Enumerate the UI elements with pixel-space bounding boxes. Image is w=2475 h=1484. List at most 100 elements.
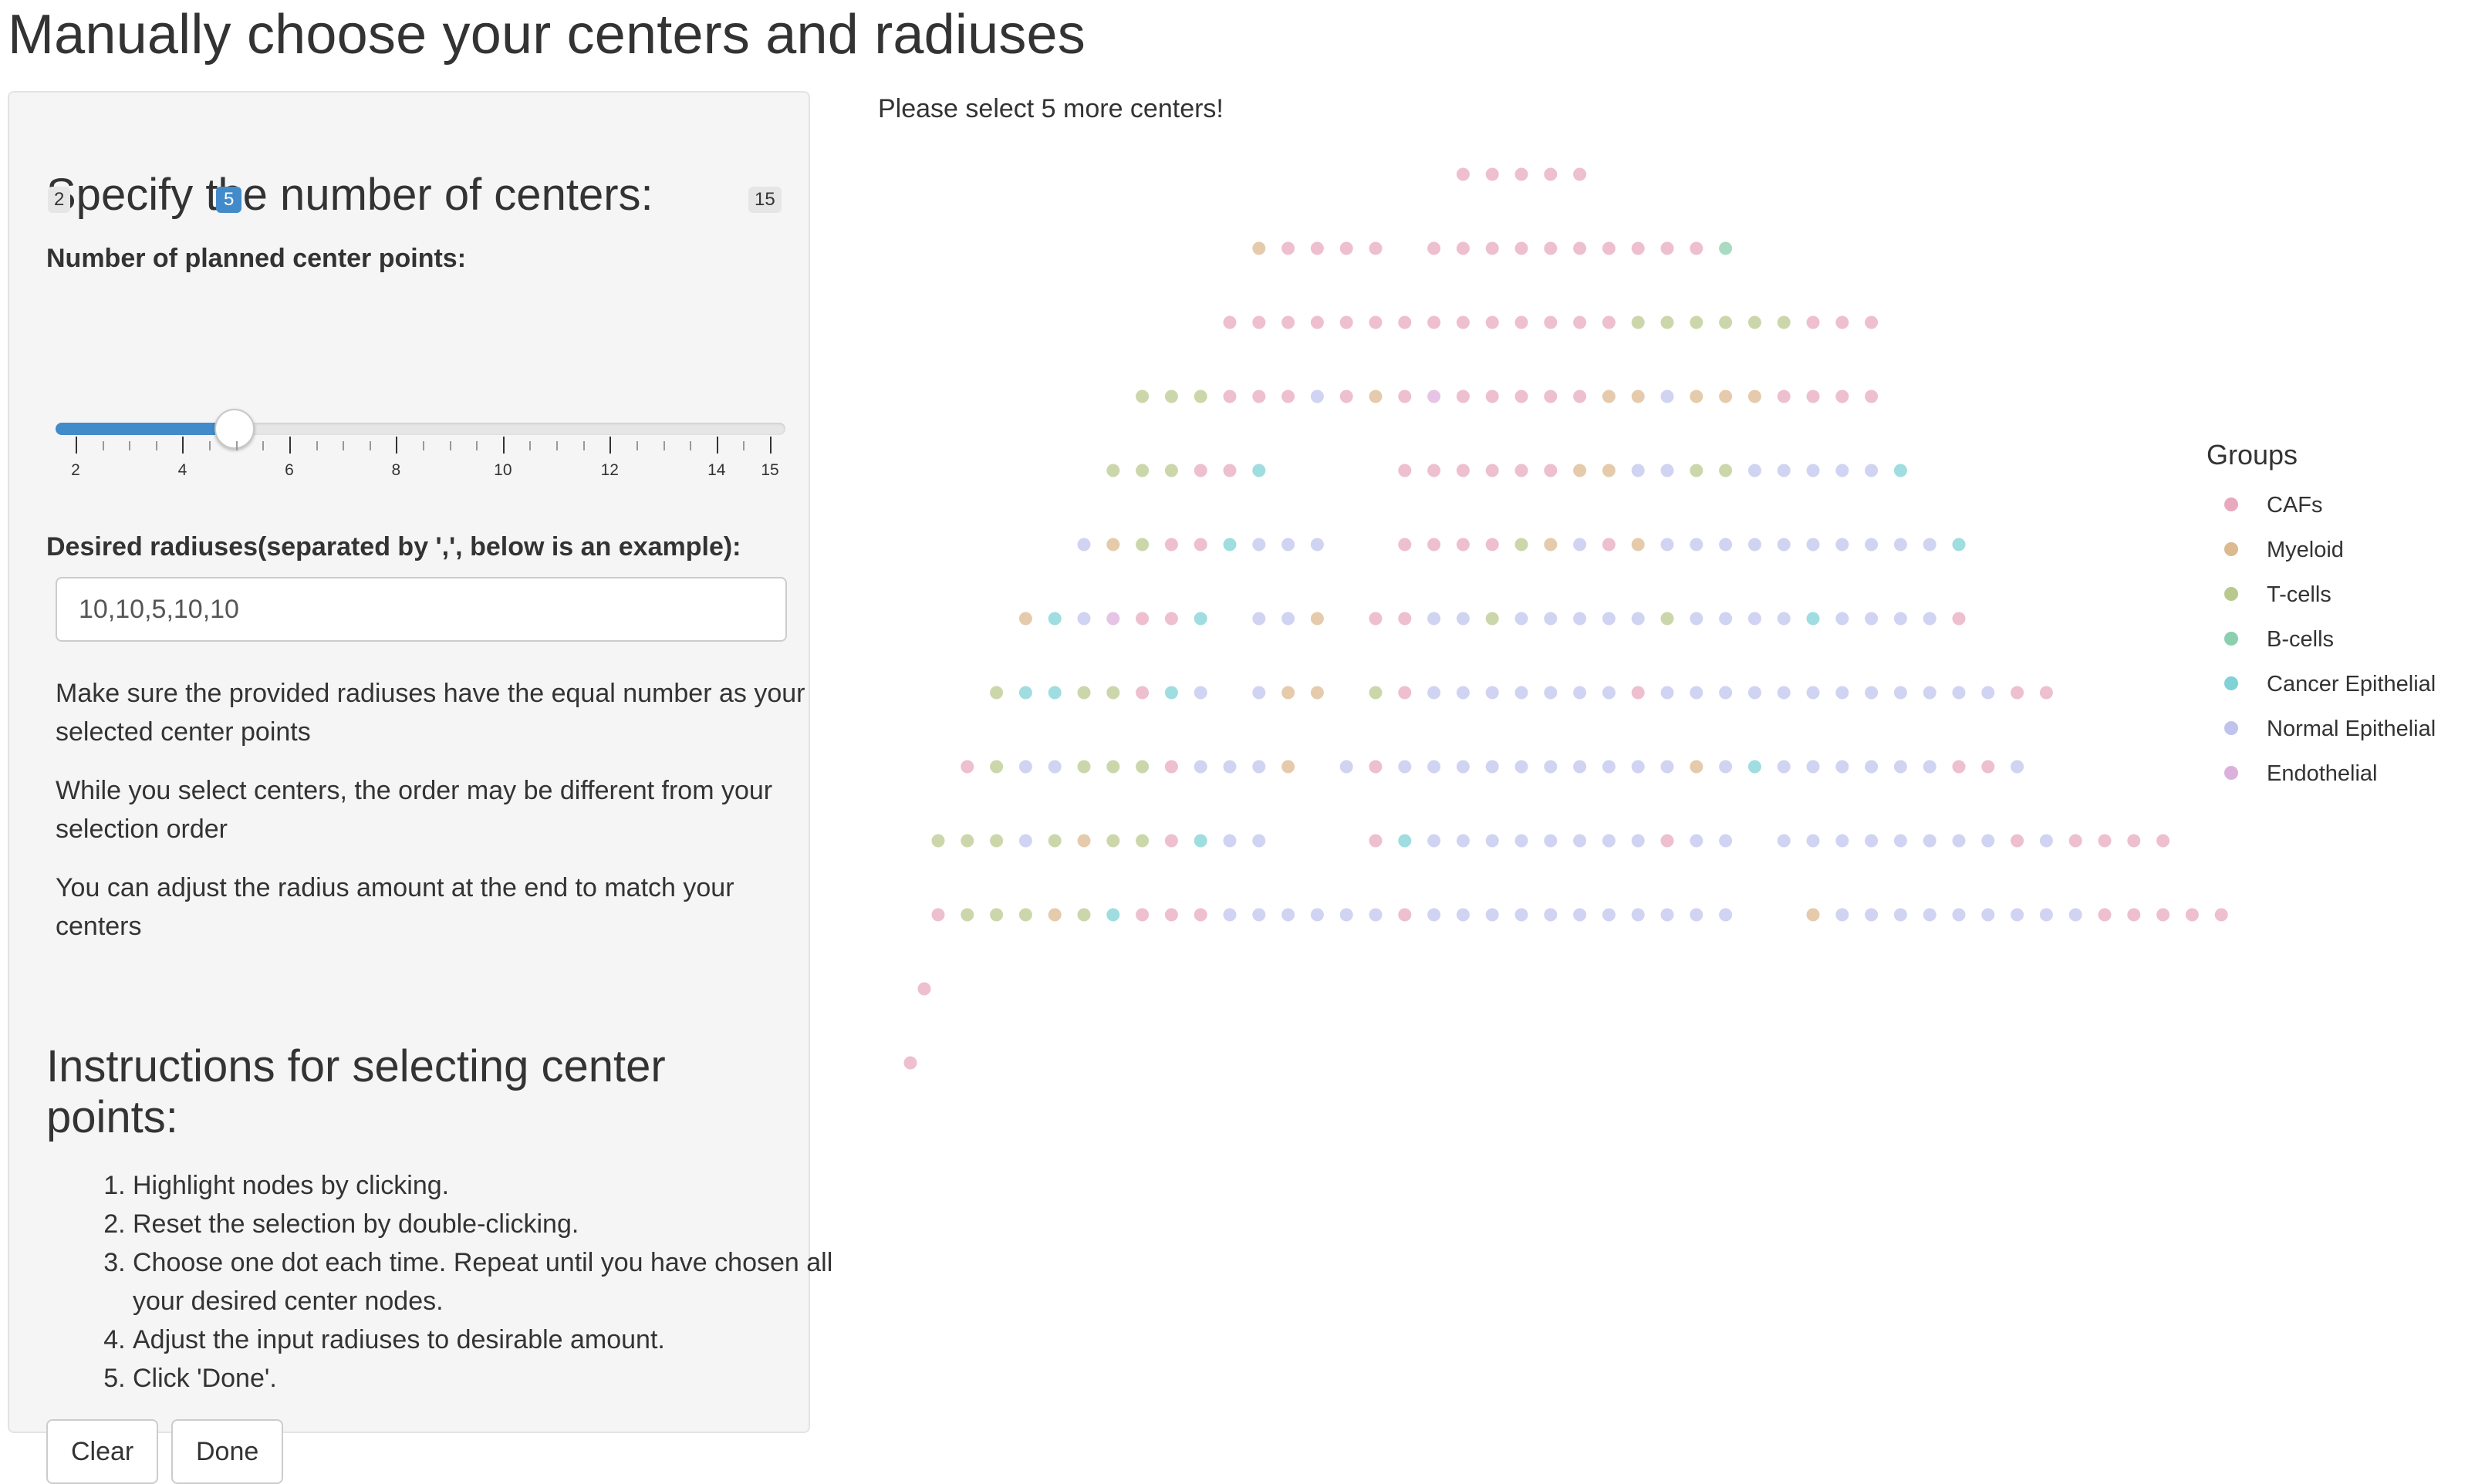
scatter-point[interactable] [1514, 241, 1528, 255]
scatter-point[interactable] [1602, 464, 1616, 477]
scatter-point[interactable] [1485, 612, 1499, 626]
scatter-point[interactable] [1719, 538, 1733, 551]
scatter-point[interactable] [2011, 760, 2024, 774]
scatter-point[interactable] [1369, 686, 1383, 700]
scatter-point[interactable] [1106, 686, 1120, 700]
scatter-point[interactable] [990, 760, 1004, 774]
scatter-point[interactable] [1573, 686, 1587, 700]
scatter-point[interactable] [1369, 760, 1383, 774]
scatter-point[interactable] [1602, 908, 1616, 922]
scatter-point[interactable] [1660, 908, 1674, 922]
scatter-point[interactable] [1806, 464, 1820, 477]
scatter-point[interactable] [1369, 241, 1383, 255]
scatter-point[interactable] [1427, 538, 1441, 551]
scatter-point[interactable] [1456, 834, 1470, 848]
scatter-point[interactable] [1048, 834, 1062, 848]
scatter-point[interactable] [1252, 390, 1266, 403]
cell-scatter-plot[interactable]: Groups CAFs Myeloid T-cells B-cells Cancer E… [0, 0, 2475, 1413]
scatter-point[interactable] [1398, 612, 1412, 626]
scatter-point[interactable] [2127, 834, 2141, 848]
scatter-point[interactable] [1573, 167, 1587, 181]
scatter-point[interactable] [1136, 538, 1150, 551]
scatter-point[interactable] [1514, 612, 1528, 626]
scatter-point[interactable] [1281, 908, 1295, 922]
scatter-point[interactable] [1660, 760, 1674, 774]
scatter-point[interactable] [1602, 241, 1616, 255]
scatter-point[interactable] [1719, 241, 1733, 255]
scatter-point[interactable] [2039, 908, 2053, 922]
scatter-point[interactable] [1018, 834, 1032, 848]
scatter-point[interactable] [1252, 908, 1266, 922]
scatter-point[interactable] [1514, 167, 1528, 181]
scatter-point[interactable] [1690, 686, 1703, 700]
scatter-point[interactable] [1544, 612, 1558, 626]
scatter-point[interactable] [1631, 908, 1645, 922]
scatter-point[interactable] [1223, 538, 1237, 551]
done-button[interactable]: Done [171, 1419, 284, 1484]
scatter-point[interactable] [1194, 390, 1207, 403]
scatter-point[interactable] [1690, 908, 1703, 922]
scatter-point[interactable] [1865, 612, 1879, 626]
scatter-point[interactable] [1310, 241, 1324, 255]
scatter-point[interactable] [1719, 908, 1733, 922]
scatter-point[interactable] [1194, 834, 1207, 848]
scatter-point[interactable] [1573, 241, 1587, 255]
scatter-point[interactable] [2011, 686, 2024, 700]
scatter-point[interactable] [1923, 686, 1936, 700]
scatter-point[interactable] [2127, 908, 2141, 922]
scatter-point[interactable] [1310, 612, 1324, 626]
scatter-point[interactable] [1048, 612, 1062, 626]
scatter-point[interactable] [961, 760, 974, 774]
scatter-point[interactable] [1923, 538, 1936, 551]
scatter-point[interactable] [1339, 908, 1353, 922]
scatter-point[interactable] [1865, 538, 1879, 551]
scatter-point[interactable] [1747, 390, 1761, 403]
scatter-point[interactable] [1223, 908, 1237, 922]
scatter-point[interactable] [1310, 908, 1324, 922]
scatter-point[interactable] [990, 686, 1004, 700]
scatter-point[interactable] [1631, 390, 1645, 403]
scatter-point[interactable] [1806, 390, 1820, 403]
scatter-point[interactable] [1398, 834, 1412, 848]
scatter-point[interactable] [1893, 538, 1907, 551]
scatter-point[interactable] [1893, 760, 1907, 774]
scatter-point[interactable] [1514, 464, 1528, 477]
scatter-point[interactable] [1719, 834, 1733, 848]
scatter-point[interactable] [1369, 908, 1383, 922]
scatter-point[interactable] [1456, 241, 1470, 255]
scatter-point[interactable] [1806, 315, 1820, 329]
scatter-point[interactable] [1194, 908, 1207, 922]
scatter-point[interactable] [2214, 908, 2228, 922]
scatter-point[interactable] [1485, 167, 1499, 181]
scatter-point[interactable] [1018, 908, 1032, 922]
scatter-point[interactable] [1194, 612, 1207, 626]
scatter-point[interactable] [1835, 686, 1849, 700]
scatter-point[interactable] [1631, 538, 1645, 551]
scatter-point[interactable] [1398, 760, 1412, 774]
scatter-point[interactable] [1719, 686, 1733, 700]
scatter-point[interactable] [1369, 390, 1383, 403]
scatter-point[interactable] [1573, 612, 1587, 626]
scatter-point[interactable] [1835, 612, 1849, 626]
scatter-point[interactable] [1952, 908, 1966, 922]
scatter-point[interactable] [1923, 908, 1936, 922]
scatter-point[interactable] [1981, 834, 1995, 848]
scatter-point[interactable] [1485, 464, 1499, 477]
scatter-point[interactable] [1485, 834, 1499, 848]
scatter-point[interactable] [1427, 241, 1441, 255]
scatter-point[interactable] [1077, 538, 1091, 551]
scatter-point[interactable] [1427, 760, 1441, 774]
scatter-point[interactable] [1369, 612, 1383, 626]
scatter-point[interactable] [1136, 834, 1150, 848]
scatter-point[interactable] [931, 908, 945, 922]
scatter-point[interactable] [1690, 834, 1703, 848]
scatter-point[interactable] [1136, 464, 1150, 477]
scatter-point[interactable] [1660, 464, 1674, 477]
scatter-point[interactable] [1252, 686, 1266, 700]
scatter-point[interactable] [1719, 390, 1733, 403]
scatter-point[interactable] [1573, 908, 1587, 922]
scatter-point[interactable] [1777, 464, 1791, 477]
scatter-point[interactable] [1427, 686, 1441, 700]
scatter-point[interactable] [1252, 760, 1266, 774]
scatter-point[interactable] [1077, 760, 1091, 774]
